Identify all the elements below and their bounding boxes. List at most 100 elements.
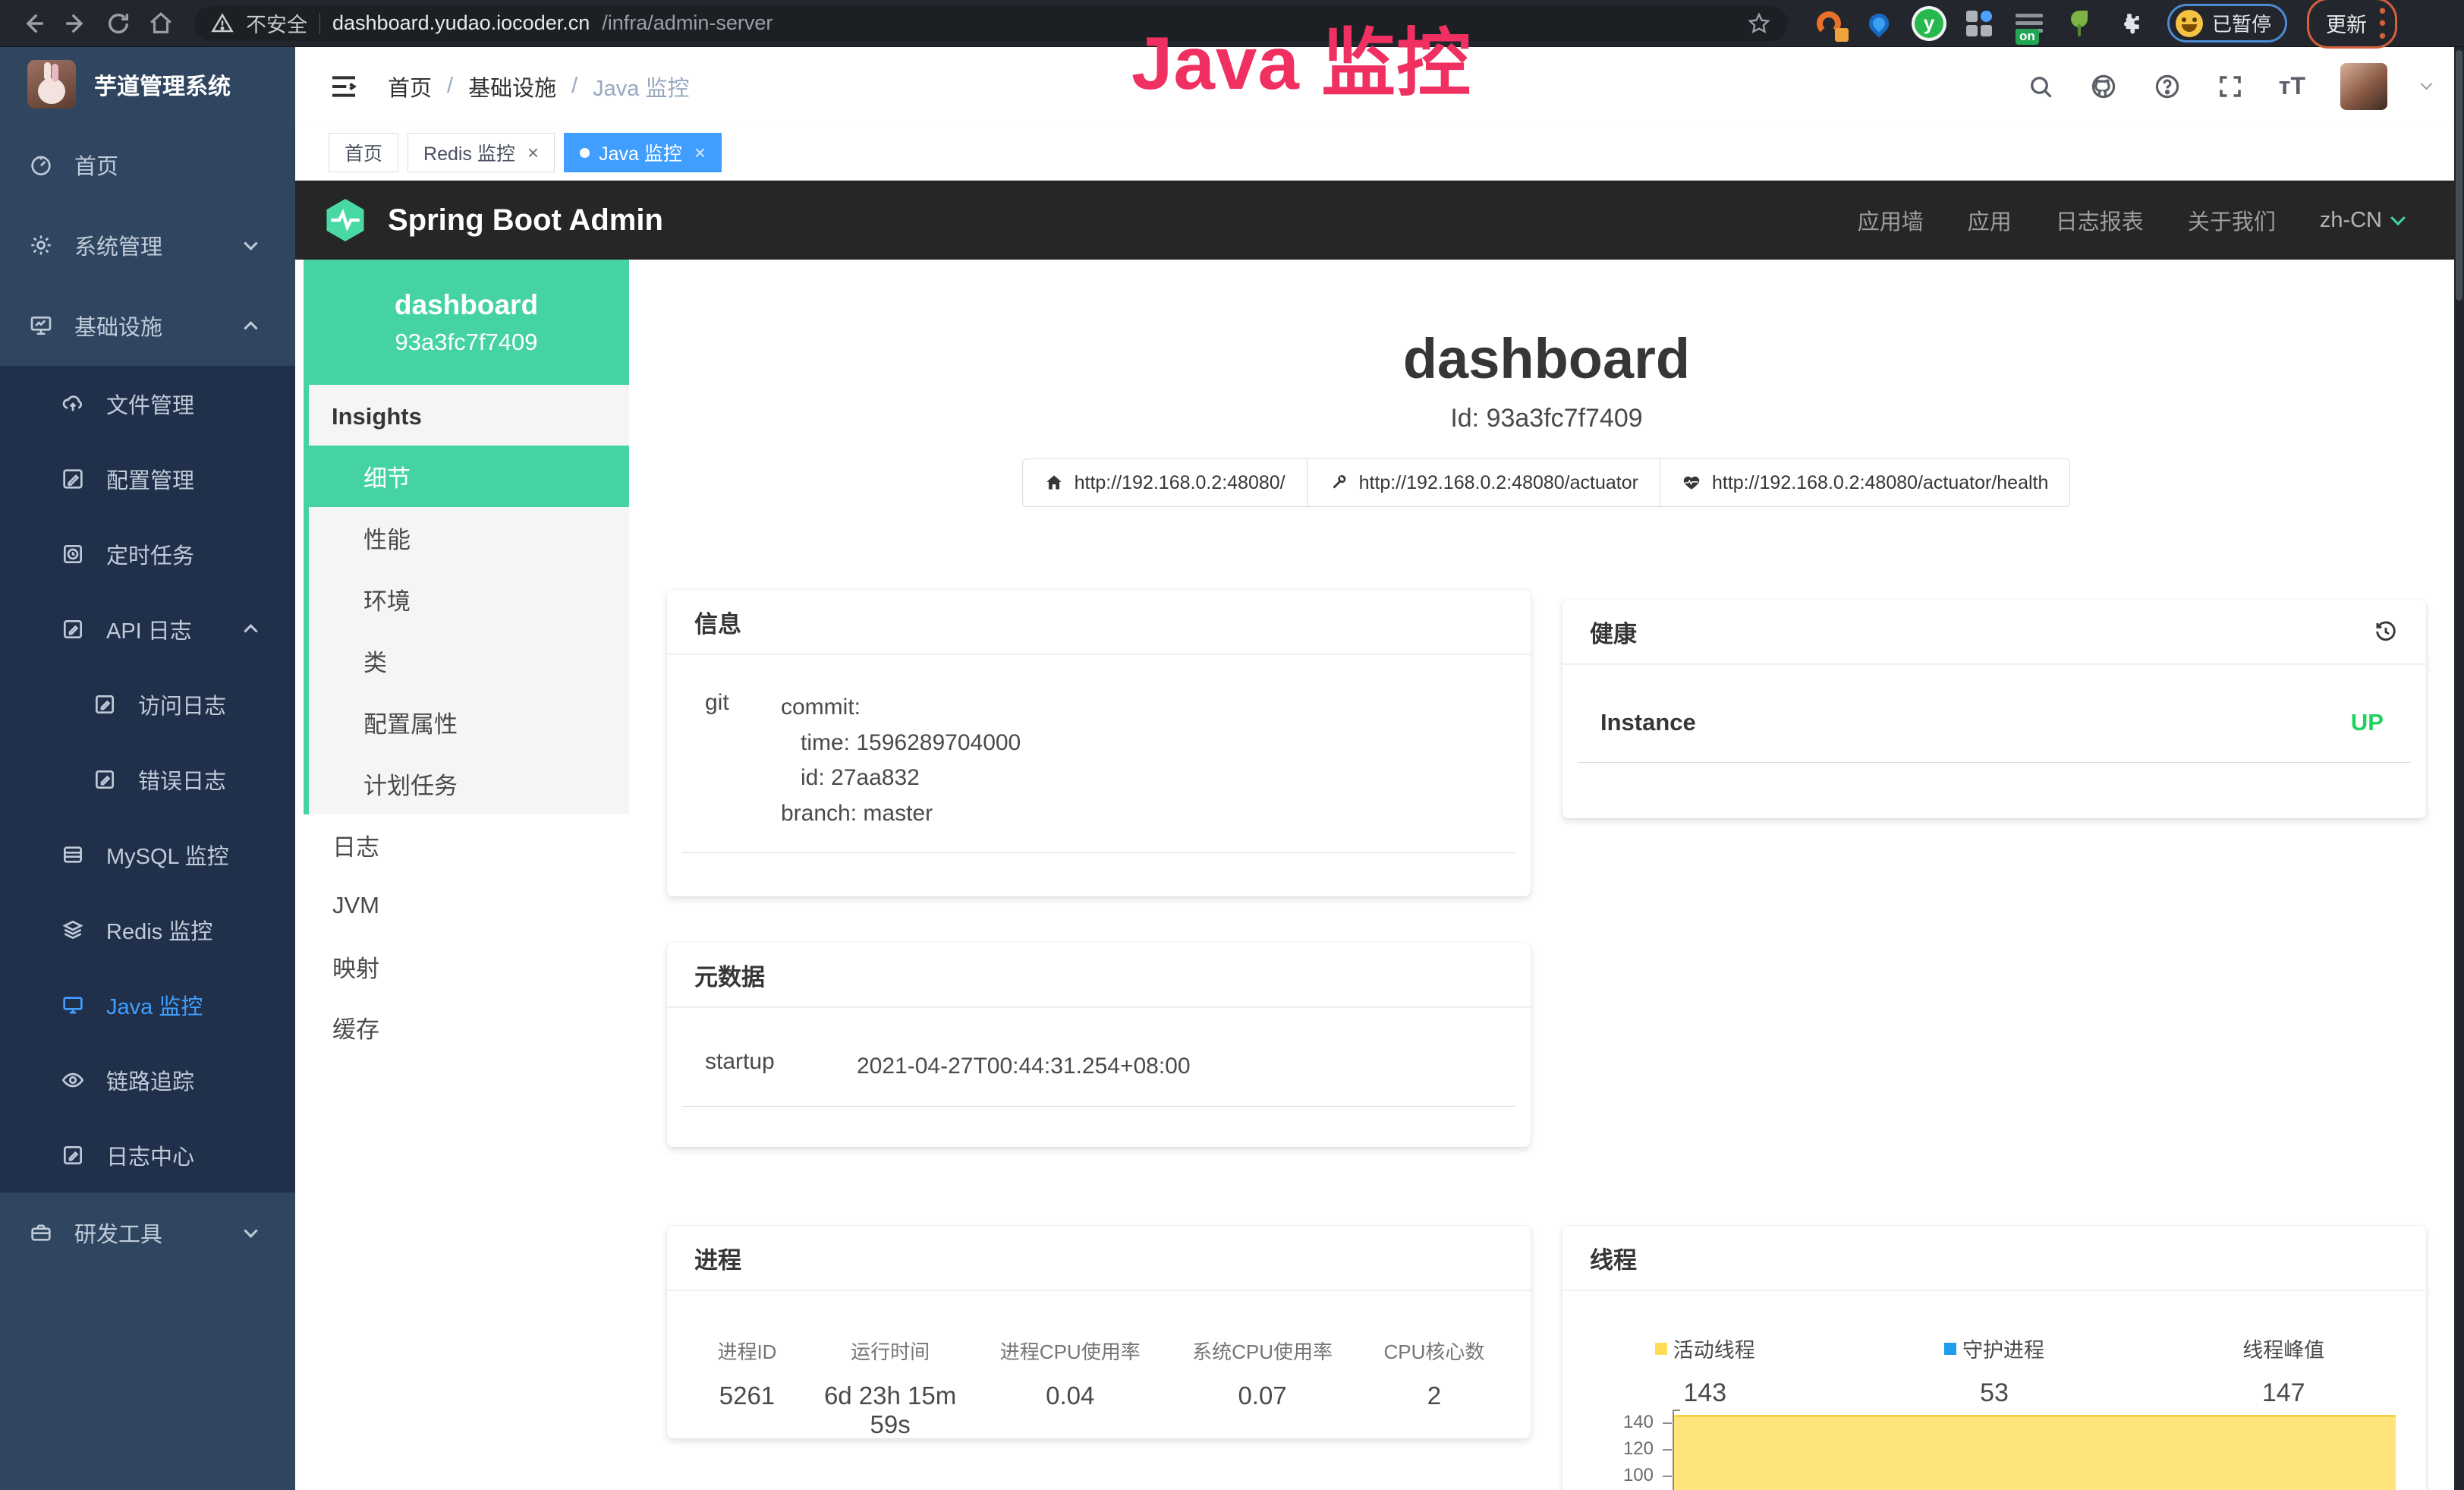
sba-nav-wallboard[interactable]: 应用墙 xyxy=(1858,204,1924,236)
breadcrumb-home[interactable]: 首页 xyxy=(388,71,432,102)
sidebar-item-redis[interactable]: Redis 监控 xyxy=(0,892,295,967)
monitor-chart-icon xyxy=(29,313,53,338)
sidebar-item-mysql[interactable]: MySQL 监控 xyxy=(0,817,295,892)
sba-item-jvm[interactable]: JVM xyxy=(304,875,629,936)
sba-sidebar: dashboard 93a3fc7f7409 Insights 细节 性能 环境… xyxy=(295,260,629,1490)
user-avatar[interactable] xyxy=(2340,63,2387,110)
home-icon xyxy=(1044,473,1064,493)
browser-menu-icon[interactable]: ••• xyxy=(2379,5,2386,41)
tab-java-monitor[interactable]: Java 监控 × xyxy=(564,133,722,172)
log-pen-icon xyxy=(61,1143,85,1167)
help-icon[interactable] xyxy=(2153,72,2182,101)
admin-sidebar: 芋道管理系统 首页 系统管理 基础设施 文件管理 xyxy=(0,47,295,1490)
stat-cpus: CPU核心数2 xyxy=(1361,1337,1508,1439)
puzzle-extensions-icon[interactable] xyxy=(2114,8,2145,39)
switch-on-extension-icon[interactable]: on xyxy=(2014,8,2044,39)
sidebar-item-access-log[interactable]: 访问日志 xyxy=(0,666,295,742)
threads-card-title: 线程 xyxy=(1590,1241,1637,1275)
health-instance-row[interactable]: Instance UP xyxy=(1578,665,2411,763)
sba-nav-applications[interactable]: 应用 xyxy=(1968,204,2012,236)
info-value: commit: time: 1596289704000 id: 27aa832 … xyxy=(781,690,1021,831)
stat-system-cpu: 系统CPU使用率0.07 xyxy=(1164,1337,1361,1439)
reload-icon[interactable] xyxy=(97,5,140,42)
sba-body: dashboard 93a3fc7f7409 Insights 细节 性能 环境… xyxy=(295,260,2464,1490)
sidebar-item-dev-tools[interactable]: 研发工具 xyxy=(0,1192,295,1273)
sidebar-item-job[interactable]: 定时任务 xyxy=(0,516,295,591)
sba-insights-label: Insights xyxy=(309,385,629,446)
sba-item-environment[interactable]: 环境 xyxy=(309,569,629,630)
admin-logo-image xyxy=(27,60,76,109)
sidebar-item-java[interactable]: Java 监控 xyxy=(0,967,295,1042)
y-tick-100: 100 xyxy=(1562,1465,1654,1486)
sba-item-config-props[interactable]: 配置属性 xyxy=(309,691,629,753)
sidebar-item-infra[interactable]: 基础设施 xyxy=(0,285,295,366)
admin-content: 首页 / 基础设施 / Java 监控 тT 首页 Redis 监控 xyxy=(295,47,2464,1490)
forward-icon[interactable] xyxy=(55,5,97,42)
sba-locale-select[interactable]: zh-CN xyxy=(2320,208,2403,233)
health-url-button[interactable]: http://192.168.0.2:48080/actuator/health xyxy=(1660,458,2070,507)
pin-extension-icon[interactable] xyxy=(1864,8,1894,39)
heartbeat-icon xyxy=(1682,473,1701,493)
chevron-down-icon xyxy=(244,1224,257,1237)
sba-item-classes[interactable]: 类 xyxy=(309,630,629,691)
process-card: 进程 进程ID5261 运行时间6d 23h 15m 59s 进程CPU使用率0… xyxy=(667,1226,1531,1438)
fullscreen-icon[interactable] xyxy=(2217,73,2244,100)
sba-nav-about[interactable]: 关于我们 xyxy=(2188,204,2276,236)
tab-home[interactable]: 首页 xyxy=(329,133,398,172)
tab-redis-monitor[interactable]: Redis 监控 × xyxy=(408,133,555,172)
sba-brand[interactable]: Spring Boot Admin xyxy=(388,203,663,238)
back-icon[interactable] xyxy=(12,5,55,42)
blue-legend-swatch xyxy=(1944,1343,1956,1355)
profile-paused-chip[interactable]: 已暂停 xyxy=(2167,4,2287,43)
paused-label: 已暂停 xyxy=(2212,9,2271,37)
sba-item-metrics[interactable]: 性能 xyxy=(309,507,629,569)
sba-item-details[interactable]: 细节 xyxy=(309,446,629,507)
sidebar-item-home[interactable]: 首页 xyxy=(0,124,295,205)
home-icon[interactable] xyxy=(140,5,182,42)
colorpicker-extension-icon[interactable] xyxy=(1814,8,1844,39)
sidebar-item-trace[interactable]: 链路追踪 xyxy=(0,1042,295,1117)
history-icon[interactable] xyxy=(2373,619,2399,644)
browser-update-button[interactable]: 更新 ••• xyxy=(2307,0,2397,49)
sidebar-item-system[interactable]: 系统管理 xyxy=(0,205,295,285)
chevron-down-icon xyxy=(244,236,257,250)
admin-title: 芋道管理系统 xyxy=(94,68,231,101)
info-card: 信息 git commit: time: 1596289704000 id: 2… xyxy=(667,590,1531,896)
sidebar-item-log-center[interactable]: 日志中心 xyxy=(0,1117,295,1192)
yellow-legend-swatch xyxy=(1655,1343,1667,1355)
sidebar-item-file[interactable]: 文件管理 xyxy=(0,366,295,441)
infra-submenu: 文件管理 配置管理 定时任务 API 日志 访问日志 xyxy=(0,366,295,1192)
github-icon[interactable] xyxy=(2089,72,2118,101)
admin-logo[interactable]: 芋道管理系统 xyxy=(0,47,295,121)
font-size-icon[interactable]: тT xyxy=(2279,72,2305,100)
close-icon[interactable]: × xyxy=(694,143,706,162)
address-bar[interactable]: 不安全 dashboard.yudao.iocoder.cn/infra/adm… xyxy=(194,6,1788,41)
sba-nav-journal[interactable]: 日志报表 xyxy=(2056,204,2144,236)
sidebar-item-api-log[interactable]: API 日志 xyxy=(0,591,295,666)
plant-extension-icon[interactable] xyxy=(2064,8,2094,39)
service-url-button[interactable]: http://192.168.0.2:48080/ xyxy=(1022,458,1308,507)
process-stats: 进程ID5261 运行时间6d 23h 15m 59s 进程CPU使用率0.04… xyxy=(667,1337,1531,1439)
grid-extension-icon[interactable] xyxy=(1964,8,1994,39)
sba-app-block[interactable]: dashboard 93a3fc7f7409 xyxy=(304,260,629,385)
threads-card: 线程 活动线程 143 守护进程 53 线程峰值 xyxy=(1562,1226,2426,1490)
search-icon[interactable] xyxy=(2027,73,2054,100)
sba-item-mappings[interactable]: 映射 xyxy=(304,936,629,997)
bookmark-star-icon[interactable] xyxy=(1747,11,1771,36)
sidebar-item-error-log[interactable]: 错误日志 xyxy=(0,742,295,817)
actuator-url-button[interactable]: http://192.168.0.2:48080/actuator xyxy=(1307,458,1660,507)
log-pen-icon xyxy=(93,692,117,717)
security-label[interactable]: 不安全 xyxy=(246,8,307,38)
browser-scrollbar[interactable] xyxy=(2454,47,2464,1490)
sba-item-logs[interactable]: 日志 xyxy=(304,814,629,875)
y-tick-140: 140 xyxy=(1562,1412,1654,1433)
sba-item-caches[interactable]: 缓存 xyxy=(304,997,629,1057)
sidebar-item-config[interactable]: 配置管理 xyxy=(0,441,295,516)
sba-item-scheduled-tasks[interactable]: 计划任务 xyxy=(309,753,629,814)
y-extension-icon[interactable]: y xyxy=(1914,8,1944,39)
url-host[interactable]: dashboard.yudao.iocoder.cn xyxy=(332,11,590,35)
close-icon[interactable]: × xyxy=(527,143,539,162)
breadcrumb-infra[interactable]: 基础设施 xyxy=(468,71,556,102)
user-caret-icon[interactable] xyxy=(2421,78,2433,90)
sidebar-collapse-icon[interactable] xyxy=(329,71,359,102)
